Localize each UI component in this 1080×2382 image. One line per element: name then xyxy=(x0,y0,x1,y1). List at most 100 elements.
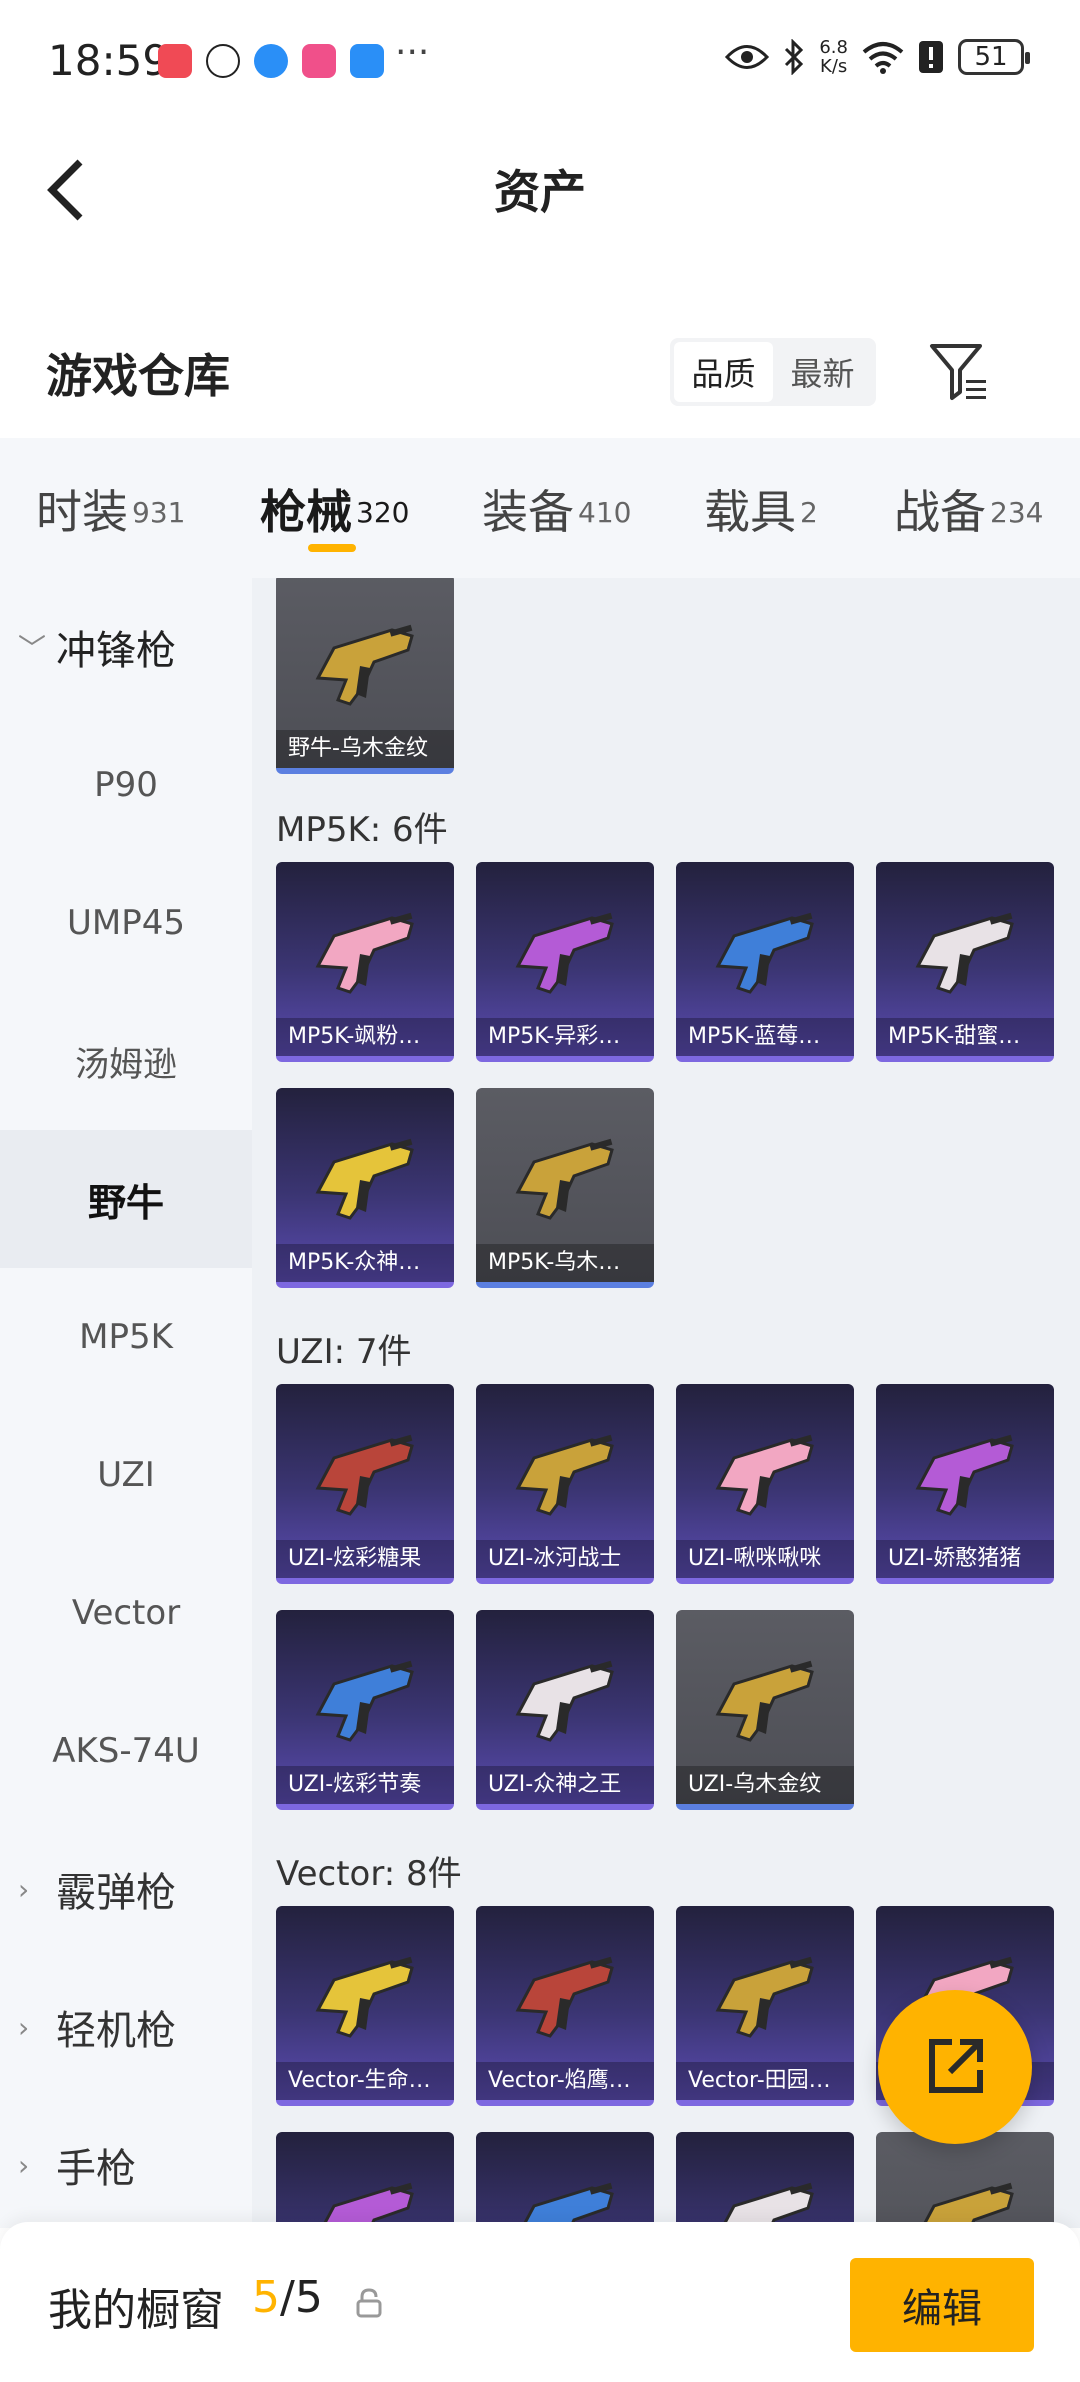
tab-label: 战备 xyxy=(894,485,986,539)
sidebar-group-lmg[interactable]: › 轻机枪 xyxy=(0,1958,252,2096)
status-bar: 18:59 ··· 6.8 K/s 51 xyxy=(0,0,1080,120)
sidebar-group-label: 冲锋枪 xyxy=(56,628,176,674)
sidebar-group-smg[interactable]: ﹀ 冲锋枪 xyxy=(0,578,252,716)
active-tab-indicator xyxy=(308,544,356,552)
skin-card[interactable] xyxy=(676,2132,854,2228)
browser-icon xyxy=(254,44,288,78)
sidebar-group-pistol[interactable]: › 手枪 xyxy=(0,2096,252,2234)
gun-skin-image xyxy=(515,1956,614,2038)
status-time: 18:59 xyxy=(48,36,170,85)
gun-skin-image xyxy=(715,912,814,994)
skin-card[interactable]: UZI-众神之王 xyxy=(476,1610,654,1810)
skin-card[interactable]: Vector-生命… xyxy=(276,1906,454,2106)
gun-skin-image xyxy=(720,2182,814,2228)
skin-label: MP5K-乌木… xyxy=(476,1244,654,1282)
skin-card[interactable]: MP5K-蓝莓… xyxy=(676,862,854,1062)
category-tabs: 时装 931 枪械 320 装备 410 载具 2 战备 234 xyxy=(0,438,1080,578)
sidebar-item-p90[interactable]: P90 xyxy=(0,716,252,854)
more-notifications-icon: ··· xyxy=(395,32,430,73)
gun-skin-image xyxy=(320,2182,414,2228)
gun-skin-image xyxy=(315,1660,414,1742)
skin-card[interactable]: MP5K-乌木… xyxy=(476,1088,654,1288)
sidebar-item-thompson[interactable]: 汤姆逊 xyxy=(0,992,252,1130)
skin-card[interactable]: MP5K-飒粉… xyxy=(276,862,454,1062)
chevron-right-icon: › xyxy=(18,2148,30,2182)
filter-icon[interactable] xyxy=(928,340,992,404)
net-speed-value: 6.8 xyxy=(819,37,848,58)
gun-skin-image xyxy=(315,1434,414,1516)
skin-label: MP5K-甜蜜… xyxy=(876,1018,1054,1056)
sidebar-item-uzi[interactable]: UZI xyxy=(0,1406,252,1544)
tab-count: 931 xyxy=(132,495,186,529)
gun-skin-image xyxy=(315,624,414,706)
skin-card[interactable]: UZI-炫彩糖果 xyxy=(276,1384,454,1584)
skin-card[interactable] xyxy=(276,2132,454,2228)
skin-card[interactable]: UZI-炫彩节奏 xyxy=(276,1610,454,1810)
skin-card[interactable] xyxy=(876,2132,1054,2228)
skin-label: UZI-炫彩糖果 xyxy=(276,1540,454,1578)
section-title: Vector: 8件 xyxy=(276,1854,462,1894)
gun-skin-image xyxy=(315,1138,414,1220)
sidebar-item-bizon[interactable]: 野牛 xyxy=(0,1130,252,1268)
skin-card[interactable]: MP5K-众神… xyxy=(276,1088,454,1288)
showcase-bar: 我的橱窗 5/5 编辑 xyxy=(0,2222,1080,2382)
tab-count: 234 xyxy=(990,495,1044,529)
skin-card[interactable]: UZI-乌木金纹 xyxy=(676,1610,854,1810)
skin-card[interactable]: 野牛-乌木金纹 xyxy=(276,578,454,774)
skin-card[interactable]: Vector-田园… xyxy=(676,1906,854,2106)
sidebar-item-ump45[interactable]: UMP45 xyxy=(0,854,252,992)
battery-indicator: 51 xyxy=(958,39,1030,75)
tab-firearms[interactable]: 枪械 320 xyxy=(260,476,409,542)
bluetooth-icon xyxy=(785,39,804,75)
gun-skin-image xyxy=(520,2182,614,2228)
sort-toggle: 品质 最新 xyxy=(670,338,876,406)
skin-label: Vector-生命… xyxy=(276,2062,454,2100)
sidebar-group-shotgun[interactable]: › 霰弹枪 xyxy=(0,1820,252,1958)
alert-icon xyxy=(919,41,943,73)
sidebar-item-vector[interactable]: Vector xyxy=(0,1544,252,1682)
showcase-count-current: 5 xyxy=(252,2272,280,2323)
notification-icons xyxy=(158,44,384,78)
skin-card[interactable]: UZI-冰河战士 xyxy=(476,1384,654,1584)
gun-skin-image xyxy=(715,1956,814,2038)
sidebar-group-label: 霰弹枪 xyxy=(56,1870,176,1916)
tab-fashion[interactable]: 时装 931 xyxy=(36,476,185,542)
skin-label: MP5K-飒粉… xyxy=(276,1018,454,1056)
page-title: 资产 xyxy=(494,165,586,219)
qq-icon xyxy=(206,44,240,78)
tab-vehicles[interactable]: 载具 2 xyxy=(704,476,818,542)
tab-equipment[interactable]: 装备 410 xyxy=(482,476,631,542)
skin-label: MP5K-异彩… xyxy=(476,1018,654,1056)
skin-card[interactable]: UZI-啾咪啾咪 xyxy=(676,1384,854,1584)
skin-label: MP5K-蓝莓… xyxy=(676,1018,854,1056)
weapon-type-sidebar: ﹀ 冲锋枪 P90 UMP45 汤姆逊 野牛 MP5K UZI Vector A… xyxy=(0,578,252,2228)
skin-label: UZI-众神之王 xyxy=(476,1766,654,1804)
skin-label: UZI-乌木金纹 xyxy=(676,1766,854,1804)
sidebar-group-label: 手枪 xyxy=(56,2146,136,2192)
tab-count: 2 xyxy=(800,495,818,529)
skin-label: UZI-啾咪啾咪 xyxy=(676,1540,854,1578)
skin-card[interactable] xyxy=(476,2132,654,2228)
skin-card[interactable]: Vector-焰鹰… xyxy=(476,1906,654,2106)
gun-skin-image xyxy=(315,1956,414,2038)
sort-newest-button[interactable]: 最新 xyxy=(773,342,872,402)
gun-skin-image xyxy=(315,912,414,994)
sort-quality-button[interactable]: 品质 xyxy=(674,342,773,402)
chevron-right-icon: › xyxy=(18,1872,30,1906)
tab-supplies[interactable]: 战备 234 xyxy=(894,476,1043,542)
status-right: 6.8 K/s 51 xyxy=(725,37,1030,76)
edit-button[interactable]: 编辑 xyxy=(850,2258,1034,2352)
sidebar-item-mp5k[interactable]: MP5K xyxy=(0,1268,252,1406)
sidebar-item-aks74u[interactable]: AKS-74U xyxy=(0,1682,252,1820)
skin-label: Vector-焰鹰… xyxy=(476,2062,654,2100)
tab-label: 时装 xyxy=(36,485,128,539)
wifi-icon xyxy=(862,42,904,74)
gun-skin-image xyxy=(920,2182,1014,2228)
showcase-count-total: /5 xyxy=(280,2272,323,2323)
showcase-title: 我的橱窗 xyxy=(48,2285,224,2336)
share-button[interactable] xyxy=(878,1990,1032,2144)
skin-card[interactable]: MP5K-异彩… xyxy=(476,862,654,1062)
skin-card[interactable]: UZI-娇憨猪猪 xyxy=(876,1384,1054,1584)
skin-card[interactable]: MP5K-甜蜜… xyxy=(876,862,1054,1062)
lock-icon xyxy=(356,2288,382,2318)
